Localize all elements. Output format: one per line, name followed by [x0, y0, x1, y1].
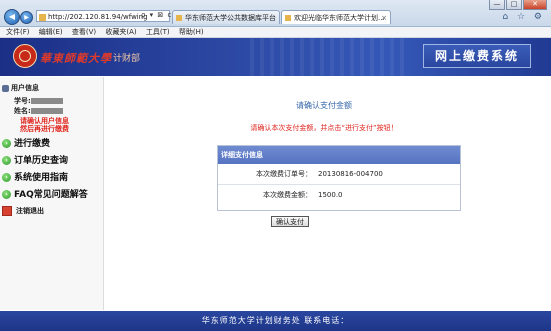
nav-order-history[interactable]: › 订单历史查询	[2, 153, 68, 166]
user-info-header: 用户信息	[2, 83, 39, 93]
university-logo-text: 華東師範大學	[40, 52, 112, 65]
menu-edit[interactable]: 编辑(E)	[39, 28, 63, 36]
student-id-field: 学号:	[14, 96, 63, 106]
nav-label: FAQ常见问题解答	[14, 190, 88, 200]
nav-make-payment[interactable]: › 进行缴费	[2, 136, 50, 149]
tab-public-db[interactable]: 华东师范大学公共数据库平台	[172, 10, 280, 24]
forward-icon[interactable]: ▶	[20, 11, 33, 24]
window-controls: — □ ✕	[488, 0, 547, 10]
maximize-button[interactable]: □	[506, 0, 522, 10]
footer: 华东师范大学计划财务处 联系电话：	[0, 311, 551, 331]
menu-favorites[interactable]: 收藏夹(A)	[105, 28, 136, 36]
order-number-value: 20130816-004700	[318, 170, 383, 178]
page-title: 请确认支付金额	[296, 101, 352, 110]
menu-file[interactable]: 文件(F)	[6, 28, 30, 36]
nav-faq[interactable]: › FAQ常见问题解答	[2, 187, 88, 200]
nav-label: 进行缴费	[14, 139, 51, 149]
address-text: http://202.120.81.94/wfwing	[48, 13, 148, 21]
tab-title: 华东师范大学公共数据库平台	[185, 14, 276, 22]
banner-decoration	[250, 38, 410, 76]
menu-help[interactable]: 帮助(H)	[179, 28, 204, 36]
department-name: 计财部	[113, 54, 141, 64]
amount-row: 本次缴费金额： 1500.0	[218, 186, 460, 204]
nav-label: 订单历史查询	[14, 156, 69, 166]
detail-header: 详细支付信息	[218, 146, 460, 164]
logout-icon	[2, 206, 12, 216]
sidebar: 用户信息 学号: 姓名: 请确认用户信息 然后再进行缴费 › 进行缴费 › 订单历史…	[0, 77, 104, 310]
arrow-right-icon: ›	[2, 173, 11, 182]
student-id-redacted	[30, 98, 63, 104]
nav-label: 注销退出	[16, 207, 44, 215]
system-title: 网上缴费系统	[423, 44, 531, 68]
tab-welcome[interactable]: 欢迎光临华东师范大学计划... ×	[281, 10, 391, 24]
nav-user-guide[interactable]: › 系统使用指南	[2, 170, 68, 183]
row-divider	[218, 184, 460, 185]
user-info-label: 用户信息	[11, 84, 39, 92]
minimize-button[interactable]: —	[489, 0, 505, 10]
confirm-info-warning: 请确认用户信息 然后再进行缴费	[20, 117, 69, 133]
amount-value: 1500.0	[318, 191, 343, 199]
warning-line-1: 请确认用户信息	[20, 117, 69, 125]
close-button[interactable]: ✕	[523, 0, 547, 10]
name-label: 姓名:	[14, 107, 31, 115]
back-icon[interactable]: ◀	[4, 9, 20, 25]
tab-title: 欢迎光临华东师范大学计划...	[294, 14, 385, 22]
order-number-row: 本次缴费订单号： 20130816-004700	[218, 165, 460, 183]
name-redacted	[30, 108, 63, 114]
name-field: 姓名:	[14, 106, 63, 116]
browser-chrome: ◀ ▶ http://202.120.81.94/wfwing ρ ▾ ⊠ c …	[0, 0, 551, 27]
payment-notice: 请确认本次支付金额，并点击“进行支付”按钮！	[250, 124, 398, 132]
page-icon	[39, 13, 46, 21]
tab-favicon-icon	[285, 15, 291, 21]
user-icon	[2, 84, 9, 92]
order-number-label: 本次缴费订单号：	[256, 170, 312, 178]
tab-favicon-icon	[176, 15, 182, 21]
arrow-right-icon: ›	[2, 139, 11, 148]
warning-line-2: 然后再进行缴费	[20, 125, 69, 133]
site-banner: 華東師範大學 计财部 网上缴费系统	[0, 38, 551, 76]
main-content: 请确认支付金额 请确认本次支付金额，并点击“进行支付”按钮！ 详细支付信息 本次…	[104, 77, 551, 310]
menu-tools[interactable]: 工具(T)	[146, 28, 170, 36]
university-seal-icon	[13, 44, 37, 68]
home-favorites-settings-icons[interactable]: ⌂ ☆ ⚙	[502, 12, 545, 22]
confirm-payment-button[interactable]: 确认支付	[271, 216, 309, 227]
payment-detail-panel: 详细支付信息 本次缴费订单号： 20130816-004700 本次缴费金额： …	[217, 145, 461, 211]
arrow-right-icon: ›	[2, 190, 11, 199]
menu-view[interactable]: 查看(V)	[72, 28, 96, 36]
menu-bar: 文件(F) 编辑(E) 查看(V) 收藏夹(A) 工具(T) 帮助(H)	[0, 27, 551, 38]
nav-label: 系统使用指南	[14, 173, 69, 183]
amount-label: 本次缴费金额：	[263, 191, 312, 199]
arrow-right-icon: ›	[2, 156, 11, 165]
nav-logout[interactable]: 注销退出	[2, 206, 44, 216]
student-id-label: 学号:	[14, 97, 31, 105]
tab-close-icon[interactable]: ×	[381, 11, 387, 24]
